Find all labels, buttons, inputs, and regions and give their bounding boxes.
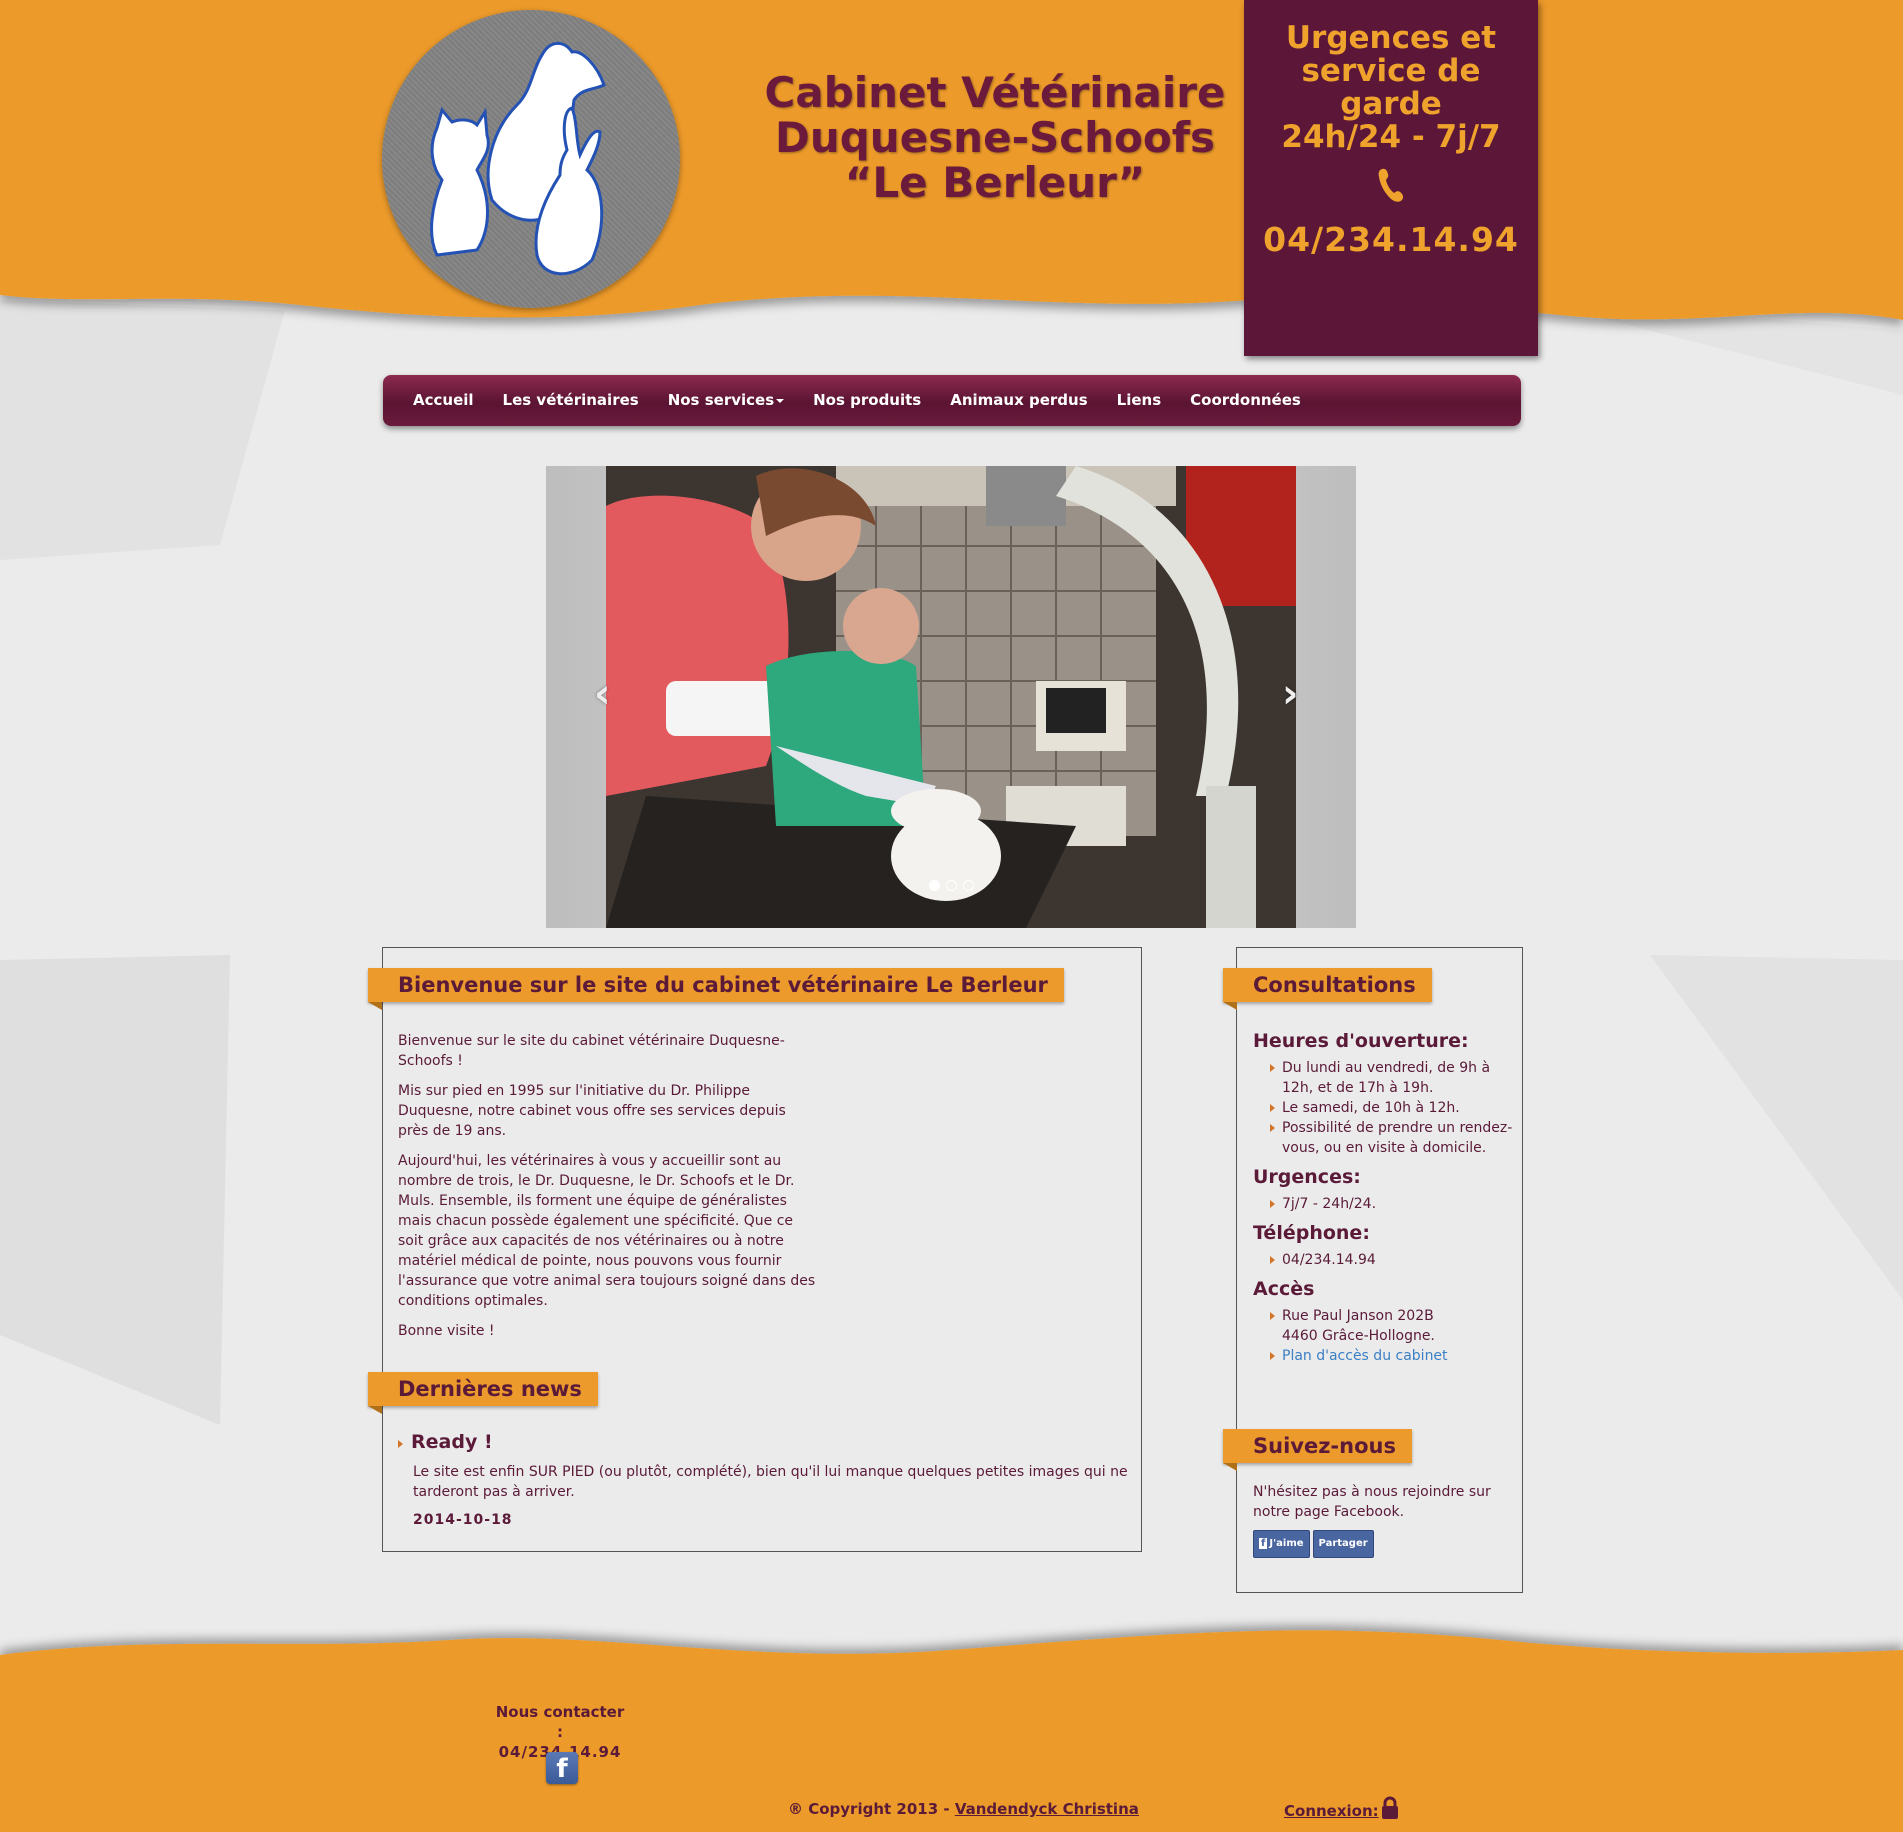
site-title-line-1: Cabinet Vétérinaire <box>764 68 1226 117</box>
welcome-heading: Bienvenue sur le site du cabinet vétérin… <box>368 968 1064 1010</box>
carousel-next-arrow[interactable]: › <box>1282 671 1298 717</box>
hours-title: Heures d'ouverture: <box>1253 1030 1469 1052</box>
news-item-text: Le site est enfin SUR PIED (ou plutôt, c… <box>413 1464 1128 1500</box>
facebook-icon: f <box>1259 1538 1268 1549</box>
hours-item-weekdays: Du lundi au vendredi, de 9h à 12h, et de… <box>1270 1058 1513 1098</box>
hours-item-saturday: Le samedi, de 10h à 12h. <box>1270 1098 1513 1118</box>
consultations-heading: Consultations <box>1223 968 1432 1010</box>
clinic-logo[interactable] <box>382 10 680 308</box>
news-item-title: Ready ! <box>411 1431 493 1453</box>
emergency-line-2: service de <box>1301 53 1481 89</box>
facebook-buttons: f J'aime Partager <box>1253 1530 1513 1558</box>
news-item-title-row[interactable]: Ready ! <box>398 1432 1143 1454</box>
emergency-phone-number[interactable]: 04/234.14.94 <box>1244 220 1538 259</box>
welcome-paragraph-3: Aujourd'hui, les vétérinaires à vous y a… <box>398 1153 816 1309</box>
copyright-author-link[interactable]: Vandendyck Christina <box>955 1800 1139 1818</box>
hours-item-appointment: Possibilité de prendre un rendez-vous, o… <box>1270 1120 1513 1156</box>
nav-item-services-label: Nos services <box>667 391 775 409</box>
welcome-text: Bienvenue sur le site du cabinet vétérin… <box>398 1031 818 1351</box>
carousel-slide-photo <box>606 466 1296 928</box>
site-title-line-3: “Le Berleur” <box>844 158 1146 207</box>
carousel-dot-3[interactable] <box>963 880 974 891</box>
main-navbar: Accueil Les vétérinaires Nos services No… <box>383 375 1521 426</box>
footer-contact-label: Nous contacter : <box>495 1703 625 1741</box>
bullet-icon <box>398 1440 403 1448</box>
copyright-prefix: ® Copyright 2013 - <box>788 1800 955 1818</box>
emergency-line-4: 24h/24 - 7j/7 <box>1281 119 1501 155</box>
urgences-value: 7j/7 - 24h/24. <box>1270 1194 1513 1214</box>
nav-item-coordonnees[interactable]: Coordonnées <box>1190 375 1301 426</box>
follow-heading: Suivez-nous <box>1223 1429 1412 1471</box>
emergency-title: Urgences et service de garde 24h/24 - 7j… <box>1244 22 1538 154</box>
urgences-list: 7j/7 - 24h/24. <box>1253 1194 1513 1214</box>
like-label: J'aime <box>1269 1538 1304 1549</box>
phone-title: Téléphone: <box>1253 1222 1370 1244</box>
nav-item-animaux-perdus[interactable]: Animaux perdus <box>950 375 1087 426</box>
nav-item-liens[interactable]: Liens <box>1117 375 1161 426</box>
animals-logo-icon <box>430 41 606 276</box>
consultations-content: Heures d'ouverture: Du lundi au vendredi… <box>1253 1030 1513 1374</box>
copyright: ® Copyright 2013 - Vandendyck Christina <box>788 1800 1139 1818</box>
site-title: Cabinet Vétérinaire Duquesne-Schoofs “Le… <box>720 70 1270 205</box>
chevron-down-icon <box>776 398 785 403</box>
carousel-dot-2[interactable] <box>946 880 957 891</box>
site-title-line-2: Duquesne-Schoofs <box>774 113 1216 162</box>
map-link-item: Plan d'accès du cabinet <box>1270 1346 1513 1366</box>
follow-content: N'hésitez pas à nous rejoindre sur notre… <box>1253 1482 1513 1558</box>
carousel-prev-arrow[interactable]: ‹ <box>594 671 610 717</box>
access-title: Accès <box>1253 1278 1315 1300</box>
news-heading: Dernières news <box>368 1372 598 1414</box>
nav-item-produits[interactable]: Nos produits <box>813 375 921 426</box>
emergency-line-3: garde <box>1340 86 1442 122</box>
emergency-line-1: Urgences et <box>1285 20 1497 56</box>
lock-icon[interactable] <box>1380 1796 1400 1820</box>
hours-list: Du lundi au vendredi, de 9h à 12h, et de… <box>1253 1058 1513 1158</box>
nav-item-accueil[interactable]: Accueil <box>413 375 474 426</box>
access-list: Rue Paul Janson 202B 4460 Grâce-Hollogne… <box>1253 1306 1513 1366</box>
image-carousel: ‹ › <box>546 466 1356 928</box>
welcome-paragraph-2: Mis sur pied en 1995 sur l'initiative du… <box>398 1083 786 1139</box>
facebook-like-button[interactable]: f J'aime <box>1253 1530 1310 1558</box>
follow-text: N'hésitez pas à nous rejoindre sur notre… <box>1253 1484 1491 1520</box>
footer-band <box>0 1630 1903 1832</box>
facebook-icon[interactable]: f <box>546 1752 578 1784</box>
carousel-dot-1[interactable] <box>929 880 940 891</box>
vet-exam-photo <box>606 466 1296 928</box>
address-value: Rue Paul Janson 202B 4460 Grâce-Hollogne… <box>1270 1306 1457 1346</box>
welcome-paragraph-4: Bonne visite ! <box>398 1323 495 1339</box>
phone-icon <box>1378 168 1404 202</box>
welcome-paragraph-1: Bienvenue sur le site du cabinet vétérin… <box>398 1033 785 1069</box>
nav-item-services[interactable]: Nos services <box>667 375 785 426</box>
carousel-indicators <box>929 880 980 891</box>
phone-value: 04/234.14.94 <box>1270 1250 1513 1270</box>
emergency-box: Urgences et service de garde 24h/24 - 7j… <box>1244 0 1538 356</box>
nav-item-veterinaires[interactable]: Les vétérinaires <box>503 375 639 426</box>
news-item: Ready ! Le site est enfin SUR PIED (ou p… <box>398 1432 1143 1530</box>
phone-list: 04/234.14.94 <box>1253 1250 1513 1270</box>
map-link[interactable]: Plan d'accès du cabinet <box>1282 1348 1448 1364</box>
urgences-title: Urgences: <box>1253 1166 1361 1188</box>
news-item-date: 2014-10-18 <box>413 1512 513 1528</box>
login-link[interactable]: Connexion: <box>1284 1802 1379 1820</box>
facebook-share-button[interactable]: Partager <box>1312 1530 1374 1558</box>
